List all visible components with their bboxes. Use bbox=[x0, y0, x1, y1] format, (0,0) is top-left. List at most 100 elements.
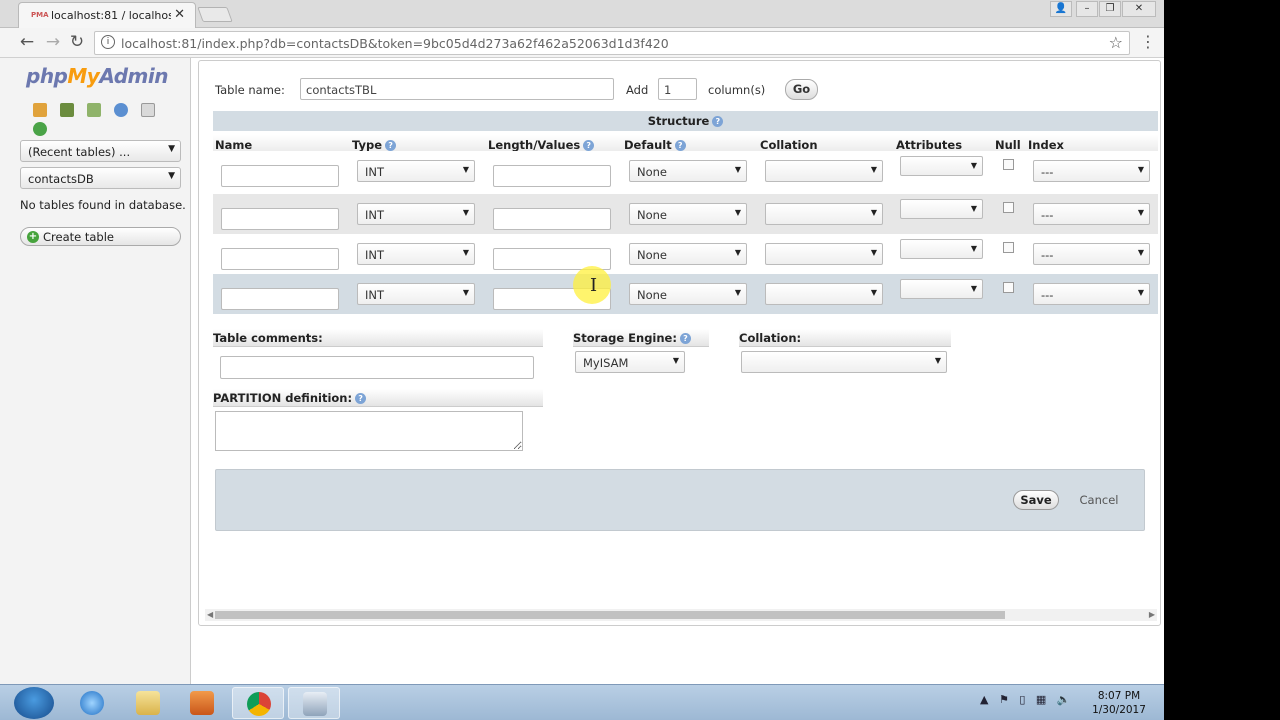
collation-select[interactable]: ▼ bbox=[765, 160, 883, 182]
power-icon[interactable]: ▯ bbox=[1019, 693, 1025, 706]
default-select[interactable]: None ▼ bbox=[629, 160, 747, 182]
reload-icon[interactable]: ↻ bbox=[66, 32, 88, 52]
nav-icon-bar bbox=[33, 102, 190, 140]
collation-select[interactable]: ▼ bbox=[765, 243, 883, 265]
flag-icon[interactable]: ⚑ bbox=[999, 693, 1009, 706]
chevron-down-icon: ▼ bbox=[672, 356, 679, 365]
close-tab-icon[interactable]: ✕ bbox=[174, 7, 185, 22]
logout-icon[interactable] bbox=[60, 103, 75, 117]
network-icon[interactable]: ▦ bbox=[1036, 693, 1046, 706]
taskbar-media-player[interactable] bbox=[176, 687, 228, 719]
back-icon[interactable]: ← bbox=[16, 32, 38, 52]
taskbar-file-explorer[interactable] bbox=[122, 687, 174, 719]
default-select[interactable]: None ▼ bbox=[629, 243, 747, 265]
storage-engine-select[interactable]: MyISAM ▼ bbox=[575, 351, 685, 373]
type-select[interactable]: INT ▼ bbox=[357, 283, 475, 305]
help-icon[interactable]: ? bbox=[679, 333, 691, 344]
chevron-down-icon: ▼ bbox=[970, 161, 977, 170]
table-collation-select[interactable]: ▼ bbox=[741, 351, 947, 373]
index-select[interactable]: --- ▼ bbox=[1033, 160, 1150, 182]
default-select[interactable]: None ▼ bbox=[629, 283, 747, 305]
attributes-select[interactable]: ▼ bbox=[900, 156, 983, 176]
cancel-button[interactable]: Cancel bbox=[1072, 490, 1126, 510]
type-select[interactable]: INT ▼ bbox=[357, 243, 475, 265]
start-button[interactable] bbox=[14, 687, 54, 719]
default-select[interactable]: None ▼ bbox=[629, 203, 747, 225]
table-name-input[interactable]: contactsTBL bbox=[300, 78, 614, 100]
index-select[interactable]: --- ▼ bbox=[1033, 203, 1150, 225]
documentation-icon[interactable] bbox=[141, 103, 156, 117]
chevron-down-icon: ▼ bbox=[970, 244, 977, 253]
taskbar-internet-explorer[interactable] bbox=[66, 687, 118, 719]
text-cursor-icon: I bbox=[590, 275, 598, 296]
close-window-button[interactable]: ✕ bbox=[1122, 1, 1156, 17]
reload-navigation-icon[interactable] bbox=[33, 122, 47, 136]
browser-tab[interactable]: PMA localhost:81 / localhost / ✕ bbox=[18, 2, 196, 28]
save-button[interactable]: Save bbox=[1013, 490, 1059, 510]
help-icon[interactable]: ? bbox=[385, 140, 397, 151]
address-bar[interactable]: i localhost:81/index.php?db=contactsDB&t… bbox=[94, 31, 1130, 55]
new-tab-button[interactable] bbox=[197, 7, 233, 22]
length-values-input[interactable] bbox=[493, 208, 611, 230]
minimize-button[interactable]: – bbox=[1076, 1, 1098, 17]
taskbar-app[interactable] bbox=[288, 687, 340, 719]
table-row: INT ▼ None ▼ ▼ ▼ --- ▼ bbox=[213, 234, 1158, 274]
null-checkbox[interactable] bbox=[1003, 242, 1014, 253]
info-icon[interactable]: i bbox=[101, 35, 115, 49]
add-label: Add bbox=[626, 83, 649, 97]
taskbar-chrome[interactable] bbox=[232, 687, 284, 719]
media-player-icon bbox=[190, 691, 214, 715]
index-select[interactable]: --- ▼ bbox=[1033, 283, 1150, 305]
phpmyadmin-logo[interactable]: phpMyAdmin bbox=[26, 64, 168, 88]
chrome-menu-icon[interactable]: ⋮ bbox=[1140, 32, 1156, 51]
attributes-select[interactable]: ▼ bbox=[900, 239, 983, 259]
phpmyadmin-favicon-icon: PMA bbox=[31, 11, 49, 19]
null-checkbox[interactable] bbox=[1003, 202, 1014, 213]
attributes-select[interactable]: ▼ bbox=[900, 199, 983, 219]
length-values-input[interactable] bbox=[493, 165, 611, 187]
taskbar-clock[interactable]: 8:07 PM 1/30/2017 bbox=[1088, 689, 1150, 717]
collation-select[interactable]: ▼ bbox=[765, 283, 883, 305]
forward-icon[interactable]: → bbox=[42, 32, 64, 52]
scroll-right-icon[interactable]: ▶ bbox=[1149, 609, 1155, 621]
recent-tables-select[interactable]: (Recent tables) ... ▼ bbox=[20, 140, 181, 162]
partition-definition-textarea[interactable] bbox=[215, 411, 523, 451]
partition-label: PARTITION definition: bbox=[213, 391, 353, 405]
help-icon[interactable]: ? bbox=[583, 140, 595, 151]
help-icon[interactable]: ? bbox=[712, 116, 724, 127]
type-value: INT bbox=[365, 248, 385, 262]
attributes-select[interactable]: ▼ bbox=[900, 279, 983, 299]
collation-select[interactable]: ▼ bbox=[765, 203, 883, 225]
null-checkbox[interactable] bbox=[1003, 159, 1014, 170]
index-select[interactable]: --- ▼ bbox=[1033, 243, 1150, 265]
column-name-input[interactable] bbox=[221, 208, 339, 230]
logo-php: php bbox=[26, 64, 68, 88]
query-window-icon[interactable] bbox=[87, 103, 102, 117]
home-icon[interactable] bbox=[33, 103, 47, 117]
help-icon[interactable] bbox=[114, 103, 129, 117]
go-button[interactable]: Go bbox=[785, 79, 818, 100]
column-name-input[interactable] bbox=[221, 248, 339, 270]
add-columns-input[interactable]: 1 bbox=[658, 78, 697, 100]
horizontal-scrollbar[interactable]: ◀ ▶ bbox=[205, 609, 1157, 621]
type-select[interactable]: INT ▼ bbox=[357, 203, 475, 225]
column-name-input[interactable] bbox=[221, 288, 339, 310]
scroll-left-icon[interactable]: ◀ bbox=[207, 609, 213, 621]
null-checkbox[interactable] bbox=[1003, 282, 1014, 293]
show-hidden-icons-icon[interactable]: ▲ bbox=[980, 693, 988, 706]
scrollbar-thumb[interactable] bbox=[215, 611, 1005, 619]
type-select[interactable]: INT ▼ bbox=[357, 160, 475, 182]
chevron-down-icon: ▼ bbox=[870, 165, 877, 174]
column-name-input[interactable] bbox=[221, 165, 339, 187]
chevron-down-icon: ▼ bbox=[870, 248, 877, 257]
user-profile-icon[interactable]: 👤 bbox=[1050, 1, 1072, 17]
bookmark-star-icon[interactable]: ☆ bbox=[1109, 33, 1123, 52]
volume-icon[interactable]: 🔈 bbox=[1057, 693, 1071, 706]
database-select[interactable]: contactsDB ▼ bbox=[20, 167, 181, 189]
help-icon[interactable]: ? bbox=[355, 393, 367, 404]
table-comments-input[interactable] bbox=[220, 356, 534, 379]
create-table-button[interactable]: + Create table bbox=[20, 227, 181, 246]
help-icon[interactable]: ? bbox=[674, 140, 686, 151]
restore-button[interactable]: ❐ bbox=[1099, 1, 1121, 17]
type-value: INT bbox=[365, 165, 385, 179]
